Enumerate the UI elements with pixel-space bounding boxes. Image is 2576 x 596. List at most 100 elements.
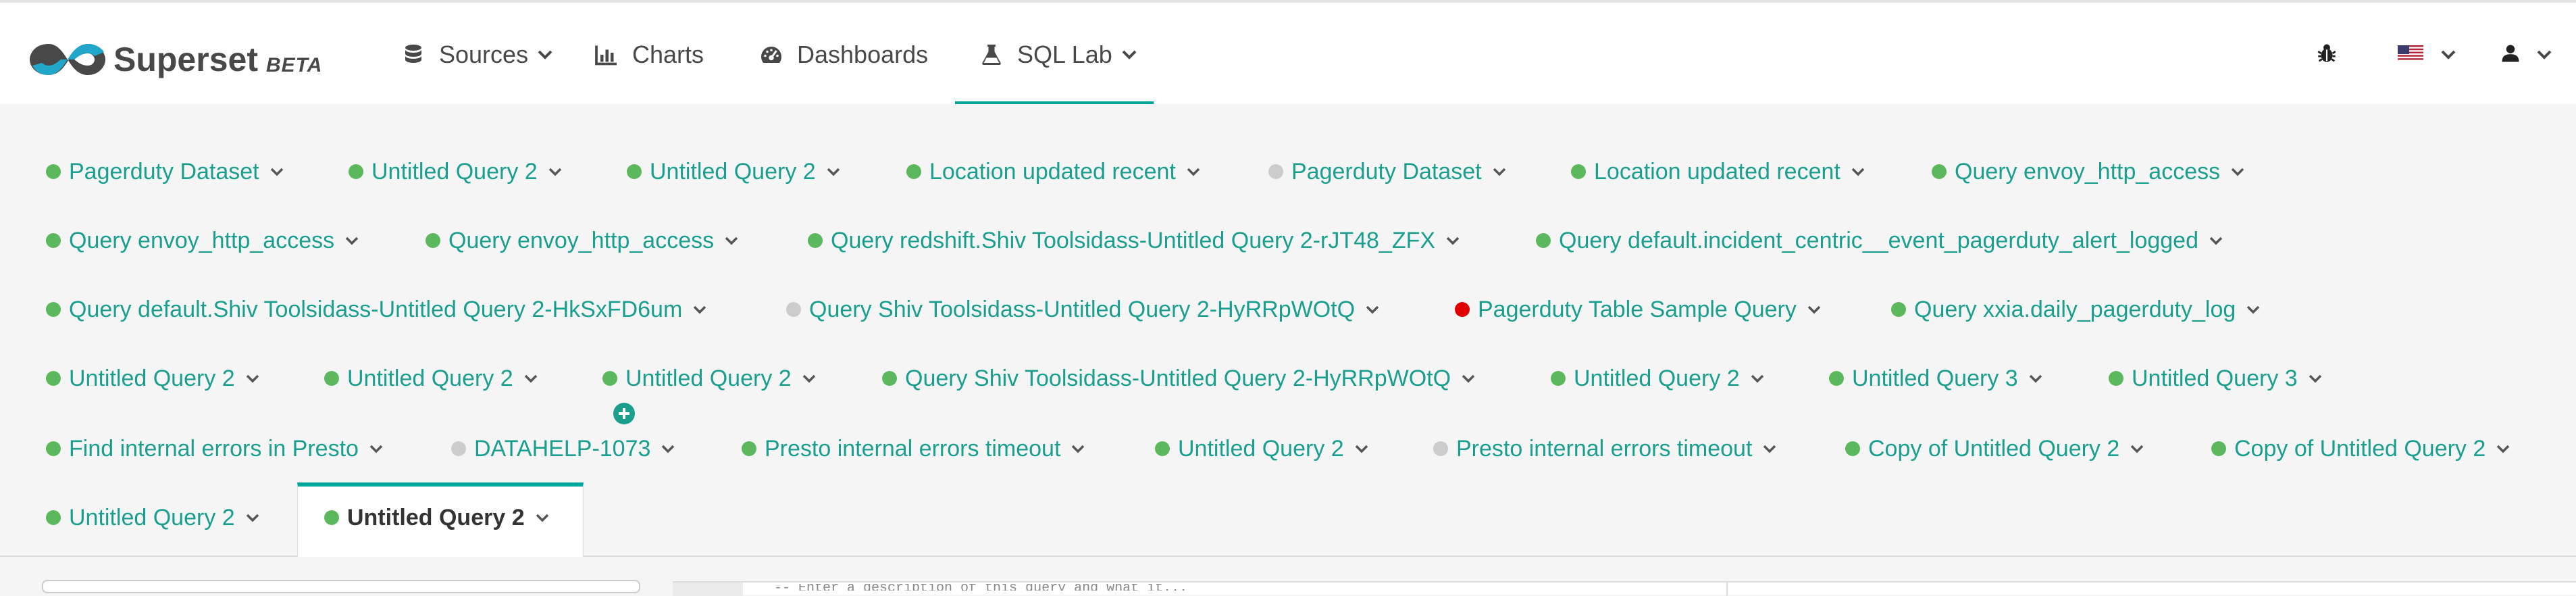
query-tab[interactable]: Query Shiv Toolsidass-Untitled Query 2-H… [786,289,1379,330]
chevron-down-icon[interactable] [693,305,706,314]
chevron-down-icon[interactable] [524,374,538,383]
status-dot-icon [1829,371,1844,386]
status-dot-icon [786,302,801,317]
query-tab[interactable]: Query envoy_http_access [46,220,359,261]
query-tab[interactable]: Find internal errors in Presto [46,428,383,469]
query-tab[interactable]: Untitled Query 2 [46,497,259,538]
query-tab[interactable]: Query redshift.Shiv Toolsidass-Untitled … [808,220,1460,261]
chevron-down-icon[interactable] [2246,305,2260,314]
chevron-down-icon[interactable] [2209,237,2223,245]
query-tab[interactable]: Presto internal errors timeout [742,428,1085,469]
status-dot-icon [882,371,897,386]
chevron-down-icon[interactable] [661,445,675,453]
query-tab[interactable]: Query envoy_http_access [426,220,738,261]
superset-logo[interactable]: Superset BETA [26,32,322,86]
status-dot-icon [1891,302,1906,317]
status-dot-icon [324,510,339,525]
language-selector[interactable] [2398,3,2456,107]
status-dot-icon [1268,164,1283,179]
query-tab[interactable]: Copy of Untitled Query 2 [1845,428,2144,469]
query-tab[interactable]: Untitled Query 2 [602,358,816,399]
chevron-down-icon[interactable] [827,168,840,176]
chevron-down-icon[interactable] [2309,374,2322,383]
query-tab[interactable]: Untitled Query 2 [46,358,259,399]
chevron-down-icon[interactable] [1763,445,1776,453]
query-tab[interactable]: Query default.incident_centric__event_pa… [1536,220,2223,261]
chevron-down-icon[interactable] [2496,445,2510,453]
nav-sql-lab[interactable]: SQL Lab [979,3,1137,107]
query-tab[interactable]: Untitled Query 3 [1829,358,2042,399]
query-tab[interactable]: Untitled Query 2 [349,151,562,192]
query-tab[interactable]: Pagerduty Dataset [1268,151,1506,192]
query-tab[interactable]: Location updated recent [1571,151,1865,192]
query-tab[interactable]: Query xxia.daily_pagerduty_log [1891,289,2260,330]
chevron-down-icon[interactable] [369,445,383,453]
nav-sources[interactable]: Sources [401,3,552,107]
query-tab[interactable]: Untitled Query 3 [2109,358,2322,399]
nav-dashboards[interactable]: Dashboards [759,3,928,107]
chevron-down-icon[interactable] [345,237,359,245]
chevron-down-icon[interactable] [2029,374,2042,383]
status-dot-icon [742,441,756,456]
chevron-down-icon[interactable] [246,374,259,383]
query-tab[interactable]: Pagerduty Table Sample Query [1455,289,1821,330]
chevron-down-icon[interactable] [725,237,738,245]
query-tab[interactable]: DATAHELP-1073 [451,428,675,469]
chevron-down-icon[interactable] [1071,445,1085,453]
query-tab[interactable]: Pagerduty Dataset [46,151,284,192]
chevron-down-icon[interactable] [2130,445,2144,453]
query-tab[interactable]: Query default.Shiv Toolsidass-Untitled Q… [46,289,706,330]
query-tab[interactable]: Untitled Query 2 [1551,358,1764,399]
bug-report-button[interactable] [2315,3,2338,107]
chevron-down-icon[interactable] [548,168,562,176]
chevron-down-icon[interactable] [1446,237,1460,245]
chevron-down-icon[interactable] [1851,168,1865,176]
status-dot-icon [349,164,363,179]
chevron-down-icon[interactable] [2231,168,2244,176]
chevron-down-icon[interactable] [1355,445,1368,453]
chevron-down-icon[interactable] [802,374,816,383]
query-tab-label: Query envoy_http_access [448,227,715,253]
chevron-down-icon[interactable] [1751,374,1764,383]
nav-sources-label: Sources [439,41,529,68]
query-tab[interactable]: Query Shiv Toolsidass-Untitled Query 2-H… [882,358,1475,399]
chevron-down-icon[interactable] [270,168,284,176]
chevron-down-icon[interactable] [1462,374,1475,383]
status-dot-icon [46,371,61,386]
query-tab-label: Untitled Query 3 [2132,365,2298,391]
chevron-down-icon[interactable] [246,514,259,522]
chevron-down-icon[interactable] [1493,168,1506,176]
query-tab-label: Location updated recent [1594,158,1840,184]
chevron-down-icon[interactable] [1187,168,1200,176]
status-dot-icon [451,441,466,456]
query-tab[interactable]: Untitled Query 2 [627,151,840,192]
add-query-tab-button[interactable] [612,401,636,426]
query-tab-label: Untitled Query 3 [1852,365,2018,391]
query-tab-label: Query default.Shiv Toolsidass-Untitled Q… [69,296,683,322]
active-query-tab[interactable]: Untitled Query 2 [324,497,549,538]
status-dot-icon [46,164,61,179]
query-tab-label: Untitled Query 2 [1178,435,1344,462]
query-tab[interactable]: Query envoy_http_access [1932,151,2244,192]
query-tab[interactable]: Presto internal errors timeout [1433,428,1776,469]
nav-dashboards-label: Dashboards [797,41,929,68]
query-tab[interactable]: Untitled Query 2 [1155,428,1368,469]
nav-charts[interactable]: Charts [594,3,704,107]
top-navbar: Superset BETA Sources Charts Dashboards … [0,0,2576,107]
query-tab-label: Presto internal errors timeout [1456,435,1753,462]
query-tab[interactable]: Untitled Query 2 [324,358,538,399]
query-tab-label: DATAHELP-1073 [474,435,651,462]
query-tab[interactable]: Copy of Untitled Query 2 [2211,428,2510,469]
chevron-down-icon[interactable] [536,514,549,522]
chevron-down-icon[interactable] [1366,305,1379,314]
query-tab[interactable]: Location updated recent [906,151,1200,192]
query-tab-label: Untitled Query 2 [1574,365,1740,391]
query-tab-label: Untitled Query 2 [347,365,513,391]
status-dot-icon [1551,371,1566,386]
status-dot-icon [1155,441,1170,456]
sql-editor-panel[interactable]: -- Enter a description of this query and… [673,581,2576,596]
chevron-down-icon[interactable] [1807,305,1821,314]
query-tab-label: Copy of Untitled Query 2 [1868,435,2120,462]
editor-content[interactable]: -- Enter a description of this query and… [774,584,1187,591]
user-menu[interactable] [2500,3,2552,107]
